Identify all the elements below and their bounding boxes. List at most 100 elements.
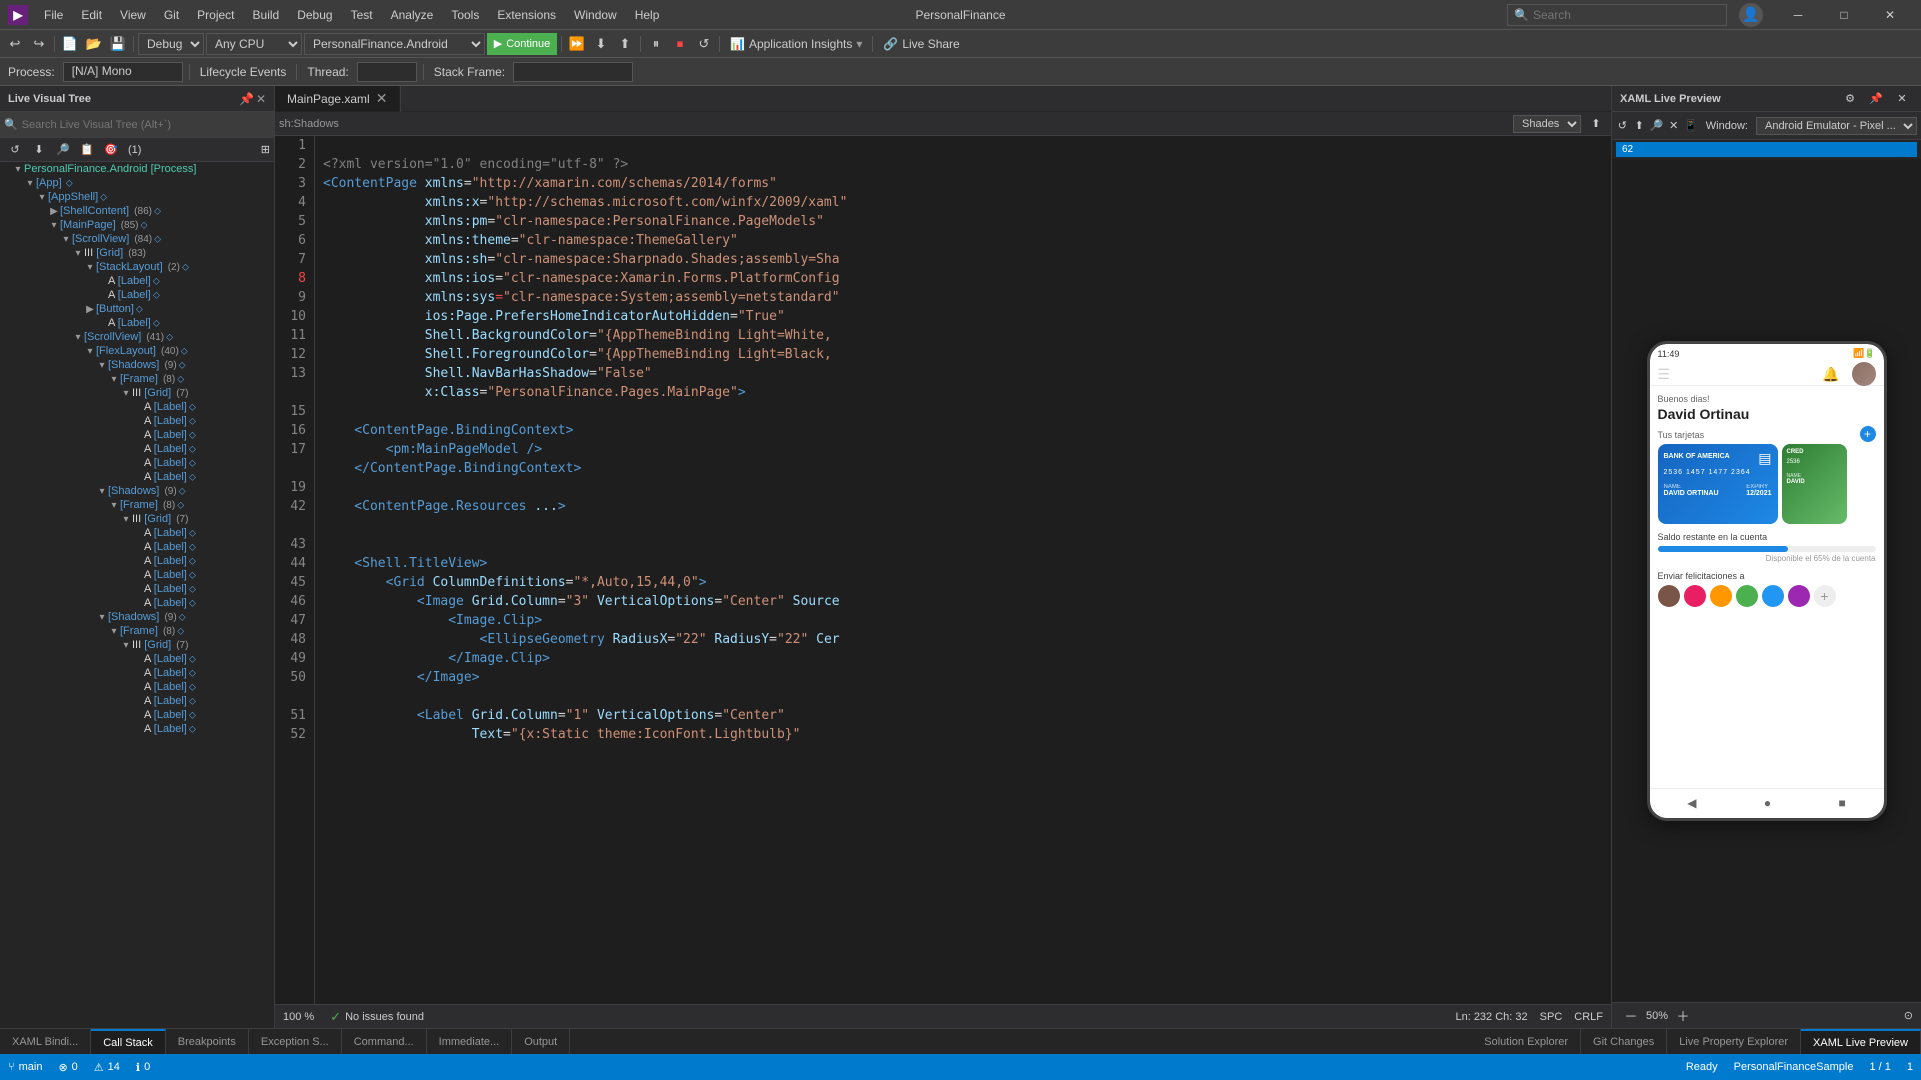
tree-toolbar-btn2[interactable]: ⬇ [28, 139, 50, 161]
tree-item-stacklayout[interactable]: ▾ [StackLayout] (2) ⬦ [0, 260, 274, 274]
tree-item-lbl-c2[interactable]: ▶ A [Label]⬦ [0, 666, 274, 680]
tree-item-lbl-c3[interactable]: ▶ A [Label]⬦ [0, 680, 274, 694]
app-insights-button[interactable]: 📊 Application Insights ▾ [724, 37, 868, 51]
tab-output[interactable]: Output [512, 1029, 570, 1054]
new-file-button[interactable]: 📄 [59, 33, 81, 55]
preview-btn-1[interactable]: ↺ [1616, 115, 1629, 137]
step-out-button[interactable]: ⬆ [614, 33, 636, 55]
tab-mainpage-xaml[interactable]: MainPage.xaml ✕ [275, 86, 400, 111]
add-card-button[interactable]: + [1860, 426, 1876, 442]
menu-edit[interactable]: Edit [73, 6, 110, 24]
device-select[interactable]: Android Emulator - Pixel ... [1756, 117, 1917, 135]
preview-btn-5[interactable]: 📱 [1684, 115, 1698, 137]
tree-item-lbl-c5[interactable]: ▶ A [Label]⬦ [0, 708, 274, 722]
info-count[interactable]: ℹ 0 [136, 1061, 150, 1074]
menu-tools[interactable]: Tools [443, 6, 487, 24]
tree-toolbar-btn1[interactable]: ↺ [4, 139, 26, 161]
tree-search-input[interactable] [22, 119, 270, 131]
avatar-add-button[interactable]: + [1814, 585, 1836, 607]
menu-file[interactable]: File [36, 6, 71, 24]
code-editor-area[interactable]: 12345 678910 111213 15 1617 1942 4344454… [275, 136, 1611, 1004]
tree-item-lbl-a2[interactable]: ▶ A [Label]⬦ [0, 414, 274, 428]
editor-toolbar-expand[interactable]: ⬆ [1585, 113, 1607, 135]
menu-extensions[interactable]: Extensions [489, 6, 564, 24]
shades-select[interactable]: Shades [1513, 115, 1581, 133]
preview-btn-3[interactable]: 🔎 [1650, 115, 1664, 137]
tree-expand-btn[interactable]: ⊞ [261, 143, 270, 156]
menu-debug[interactable]: Debug [289, 6, 340, 24]
live-share-button[interactable]: 🔗 Live Share [877, 37, 965, 51]
tab-git-changes[interactable]: Git Changes [1581, 1029, 1667, 1054]
tab-live-property-explorer[interactable]: Live Property Explorer [1667, 1029, 1801, 1054]
warning-count[interactable]: ⚠ 14 [94, 1061, 120, 1074]
open-button[interactable]: 📂 [83, 33, 105, 55]
nav-square-button[interactable]: ■ [1839, 796, 1846, 810]
error-count[interactable]: ⊗ 0 [58, 1061, 77, 1074]
tab-solution-explorer[interactable]: Solution Explorer [1472, 1029, 1581, 1054]
project-select[interactable]: PersonalFinance.Android [304, 33, 485, 55]
visual-tree-container[interactable]: ▾ PersonalFinance.Android [Process] ▾ [A… [0, 162, 274, 1028]
tree-toolbar-btn5[interactable]: 🎯 [100, 139, 122, 161]
menu-build[interactable]: Build [245, 6, 288, 24]
platform-select[interactable]: Any CPU [206, 33, 302, 55]
tree-item-lbl-b5[interactable]: ▶ A [Label]⬦ [0, 582, 274, 596]
tree-item-appshell[interactable]: ▾ [AppShell] ⬦ [0, 190, 274, 204]
tree-item-grid1[interactable]: ▾ III [Grid] (83) [0, 246, 274, 260]
tree-item-frame3[interactable]: ▾ [Frame] (8) ⬦ [0, 624, 274, 638]
close-button[interactable]: ✕ [1867, 0, 1913, 30]
save-button[interactable]: 💾 [107, 33, 129, 55]
tree-item-lbl-a4[interactable]: ▶ A [Label]⬦ [0, 442, 274, 456]
menu-view[interactable]: View [112, 6, 154, 24]
panel-pin-button[interactable]: 📌 [239, 92, 254, 106]
menu-git[interactable]: Git [156, 6, 187, 24]
hamburger-icon[interactable]: ☰ [1658, 366, 1671, 383]
menu-project[interactable]: Project [189, 6, 242, 24]
tree-item-label2[interactable]: ▶ A [Label] ⬦ [0, 288, 274, 302]
tab-close-mainpage[interactable]: ✕ [376, 90, 388, 107]
tab-command[interactable]: Command... [342, 1029, 427, 1054]
tree-item-label3[interactable]: ▶ A [Label] ⬦ [0, 316, 274, 330]
nav-home-button[interactable]: ● [1764, 796, 1771, 810]
preview-close-btn[interactable]: ✕ [1891, 88, 1913, 110]
preview-pin-btn[interactable]: 📌 [1865, 88, 1887, 110]
tree-item-lbl-c1[interactable]: ▶ A [Label]⬦ [0, 652, 274, 666]
debug-mode-select[interactable]: Debug [138, 33, 204, 55]
tree-item-lbl-a5[interactable]: ▶ A [Label]⬦ [0, 456, 274, 470]
tab-exception-settings[interactable]: Exception S... [249, 1029, 342, 1054]
tree-item-lbl-b6[interactable]: ▶ A [Label]⬦ [0, 596, 274, 610]
tree-item-scrollview2[interactable]: ▾ [ScrollView] (41) ⬦ [0, 330, 274, 344]
tab-breakpoints[interactable]: Breakpoints [166, 1029, 249, 1054]
preview-settings-btn[interactable]: ⚙ [1839, 88, 1861, 110]
minimize-button[interactable]: ─ [1775, 0, 1821, 30]
tab-xaml-binding[interactable]: XAML Bindi... [0, 1029, 91, 1054]
preview-btn-2[interactable]: ⬆ [1633, 115, 1646, 137]
tree-item-mainpage[interactable]: ▾ [MainPage] (85) ⬦ [0, 218, 274, 232]
tree-toolbar-btn3[interactable]: 🔎 [52, 139, 74, 161]
step-over-button[interactable]: ⏩ [566, 33, 588, 55]
zoom-reset-btn[interactable]: ⊙ [1904, 1009, 1913, 1022]
tab-call-stack[interactable]: Call Stack [91, 1029, 166, 1054]
tree-item-shadows1[interactable]: ▾ [Shadows] (9) ⬦ [0, 358, 274, 372]
user-avatar[interactable]: 👤 [1739, 3, 1763, 27]
tree-item-lbl-b2[interactable]: ▶ A [Label]⬦ [0, 540, 274, 554]
tree-item-button[interactable]: ▶ [Button] ⬦ [0, 302, 274, 316]
tree-item-frame2[interactable]: ▾ [Frame] (8) ⬦ [0, 498, 274, 512]
zoom-out-btn[interactable]: － [1620, 1005, 1642, 1027]
tree-item-frame1[interactable]: ▾ [Frame] (8) ⬦ [0, 372, 274, 386]
tree-item-lbl-b4[interactable]: ▶ A [Label]⬦ [0, 568, 274, 582]
tree-item-lbl-a6[interactable]: ▶ A [Label]⬦ [0, 470, 274, 484]
menu-test[interactable]: Test [343, 6, 381, 24]
tree-item-flexlayout[interactable]: ▾ [FlexLayout] (40) ⬦ [0, 344, 274, 358]
tree-item-shadows2[interactable]: ▾ [Shadows] (9) ⬦ [0, 484, 274, 498]
tree-item-shellcontent[interactable]: ▶ [ShellContent] (86) ⬦ [0, 204, 274, 218]
tree-item-root[interactable]: ▾ PersonalFinance.Android [Process] [0, 162, 274, 176]
code-text[interactable]: <?xml version="1.0" encoding="utf-8" ?> … [315, 136, 1611, 1004]
tree-item-grid4[interactable]: ▾ III [Grid] (7) [0, 638, 274, 652]
tree-item-lbl-c4[interactable]: ▶ A [Label]⬦ [0, 694, 274, 708]
tree-item-shadows3[interactable]: ▾ [Shadows] (9) ⬦ [0, 610, 274, 624]
step-into-button[interactable]: ⬇ [590, 33, 612, 55]
tree-item-label1[interactable]: ▶ A [Label] ⬦ [0, 274, 274, 288]
tree-item-lbl-b3[interactable]: ▶ A [Label]⬦ [0, 554, 274, 568]
undo-button[interactable]: ↩ [4, 33, 26, 55]
menu-analyze[interactable]: Analyze [383, 6, 442, 24]
